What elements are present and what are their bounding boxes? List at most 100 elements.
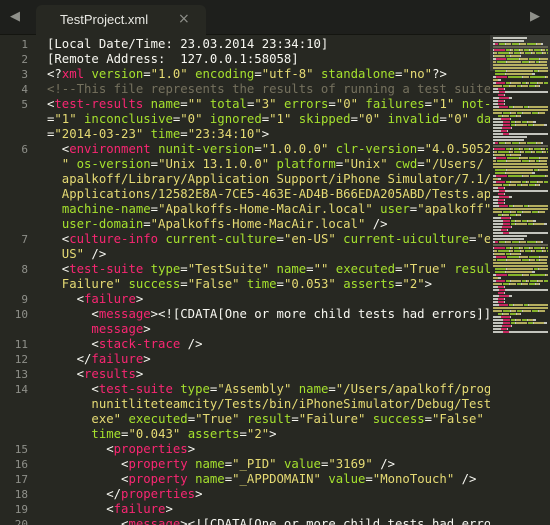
code-line: 20 <message><![CDATA[One or more child t… (0, 517, 506, 525)
tab-scroll-left-icon[interactable]: ◀ (10, 9, 20, 24)
code-token: "False" (187, 277, 240, 291)
code-token: user (380, 202, 410, 216)
code-token: = (439, 112, 447, 126)
code-token: ?> (432, 67, 447, 81)
code-token: test-results (54, 97, 144, 111)
code-line: Applications/12582E8A-7CE5-463E-AD4B-B66… (0, 187, 506, 202)
code-token: failures (365, 97, 425, 111)
code-token: current-culture (165, 232, 277, 246)
code-token: failure (113, 502, 166, 516)
code-text: <results> (47, 367, 144, 382)
code-line: 11 <stack-trace /> (0, 337, 490, 352)
code-token: "2014-03-23" (54, 127, 144, 141)
code-token: "0" (180, 112, 203, 126)
code-token: "2" (402, 277, 425, 291)
code-text: apalkoff/Library/Application Support/iPh… (47, 172, 491, 187)
code-token: "TestSuite" (187, 262, 270, 276)
code-token: = (143, 217, 151, 231)
code-token: "no" (402, 67, 433, 81)
code-area[interactable]: 1 [Local Date/Time: 23.03.2014 23:34:10] 2… (0, 37, 514, 525)
code-token: "_PID" (232, 457, 277, 471)
code-token: nunit-version (158, 142, 255, 156)
code-token: = (291, 412, 299, 426)
code-token: = (150, 202, 159, 216)
code-text: <test-results name="" total="3" errors="… (47, 97, 514, 112)
code-token: < (47, 502, 114, 516)
code-line: 13 <results> (0, 367, 490, 382)
code-token: /> (180, 337, 203, 351)
code-token: name (276, 262, 307, 276)
code-token: /> (454, 472, 477, 486)
code-token: "en-US" (283, 232, 336, 246)
code-token: success (372, 412, 425, 426)
code-token: platform (276, 157, 336, 171)
code-token: = (224, 457, 233, 471)
code-token: "0" (335, 97, 359, 111)
code-text: <culture-info current-culture="en-US" cu… (47, 232, 506, 247)
code-token: "apalkoff" (417, 202, 492, 216)
code-token: test-suite (69, 262, 144, 276)
code-token: < (47, 262, 70, 276)
code-token: "Apalkoffs-Home-MacAir.local" (150, 217, 366, 231)
line-number: 1 (21, 38, 28, 51)
code-text: ="1" inconclusive="0" ignored="1" skippe… (47, 112, 506, 127)
tab-scroll-right-icon[interactable]: ▶ (530, 9, 540, 24)
code-line: message> (0, 322, 490, 337)
code-token: nunitliteteamcity/Tests/bin/iPhoneSimula… (47, 397, 507, 411)
code-line: 9 <failure> (0, 292, 490, 307)
code-token: "23:34:10" (187, 127, 262, 141)
line-number: 14 (14, 383, 28, 396)
code-token: version (91, 67, 144, 81)
code-line: 1 [Local Date/Time: 23.03.2014 23:34:10] (0, 37, 490, 52)
code-line: machine-name="Apalkoffs-Home-MacAir.loca… (0, 202, 492, 217)
code-token: = (224, 472, 233, 486)
line-number: 12 (14, 353, 28, 366)
code-token: > (135, 367, 144, 381)
code-line: 5 <test-results name="" total="3" errors=… (0, 97, 513, 112)
line-number: 9 (21, 293, 28, 306)
code-token: properties (113, 442, 188, 456)
code-token: "/Users/apalkoff/prog/ (335, 382, 499, 396)
code-line: 12 </failure> (0, 352, 490, 367)
code-line: apalkoff/Library/Application Support/iPh… (0, 172, 491, 187)
code-token: current-uiculture (343, 232, 470, 246)
code-token: "" (187, 97, 203, 111)
code-token: < (47, 472, 129, 486)
code-token: = (276, 277, 284, 291)
code-token: property (128, 457, 188, 471)
code-token: test-suite (98, 382, 173, 396)
code-token: "0" (358, 112, 381, 126)
code-token: "Unix" (343, 157, 388, 171)
line-number: 6 (21, 143, 28, 156)
code-token: < (47, 442, 114, 456)
code-token: > (261, 127, 270, 141)
code-token: executed (128, 412, 188, 426)
code-token: "Assembly" (217, 382, 292, 396)
code-token: "Failure" (298, 412, 366, 426)
code-token: message (91, 322, 144, 336)
minimap[interactable] (490, 35, 550, 525)
code-text: nunitliteteamcity/Tests/bin/iPhoneSimula… (47, 397, 506, 412)
code-token: apalkoff/Library/Application Support/iPh… (47, 172, 492, 186)
code-text: <property name="_PID" value="3169" /> (47, 457, 395, 472)
code-line: " os-version="Unix 13.1.0.0" platform="U… (0, 157, 490, 172)
code-token: property (128, 472, 188, 486)
tab-testproject-xml[interactable]: TestProject.xml × (36, 5, 206, 35)
code-token: "3" (254, 97, 277, 111)
code-token: cwd (395, 157, 418, 171)
code-text: <message><![CDATA[One or more child test… (47, 517, 506, 525)
close-icon[interactable]: × (178, 11, 190, 27)
code-token: result (246, 412, 292, 426)
code-token: total (209, 97, 247, 111)
